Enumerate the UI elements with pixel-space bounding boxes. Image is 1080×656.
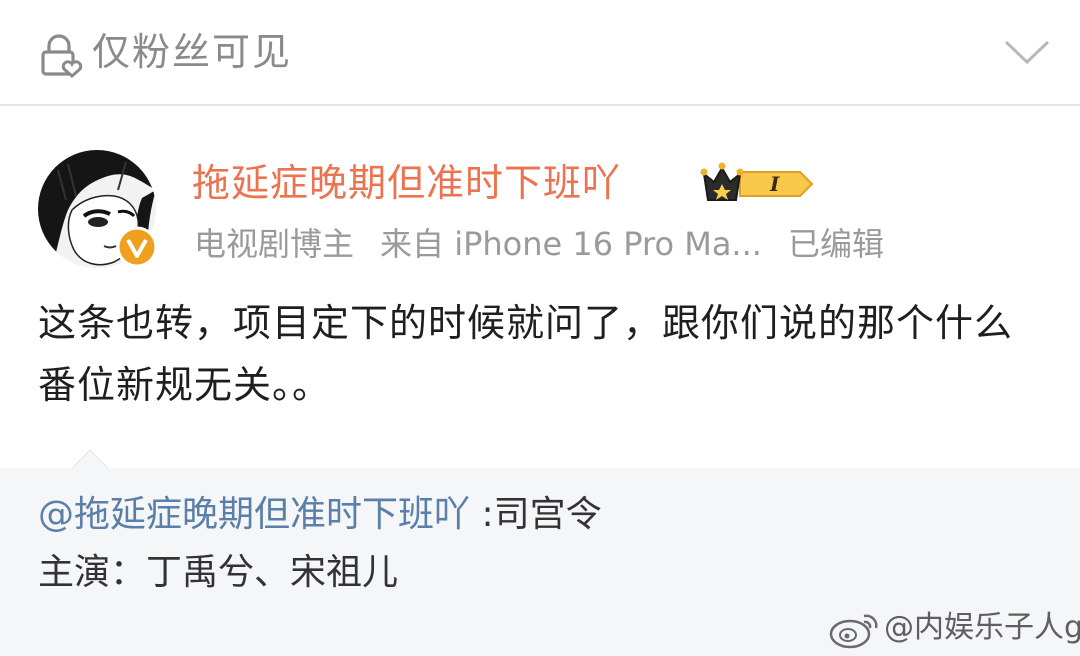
creator-tag: 电视剧博主 <box>194 225 355 263</box>
vip-level: I <box>769 172 780 196</box>
visibility-bar[interactable]: 仅粉丝可见 <box>0 0 1080 104</box>
vip-crown-badge-icon[interactable]: I <box>700 160 818 208</box>
chevron-down-icon[interactable] <box>1002 36 1052 68</box>
weibo-logo-icon <box>829 614 878 649</box>
lock-heart-icon <box>41 34 83 78</box>
edited-label[interactable]: 已编辑 <box>788 220 884 268</box>
repost-title: :司宫令 <box>470 494 602 535</box>
verified-badge-icon <box>116 226 158 268</box>
username-link[interactable]: 拖延症晚期但准时下班吖 <box>192 156 621 210</box>
post-meta: 电视剧博主 来自 iPhone 16 Pro Ma... 已编辑 <box>194 220 910 268</box>
post-source: 来自 iPhone 16 Pro Ma... <box>380 225 762 263</box>
visibility-label: 仅粉丝可见 <box>92 30 293 74</box>
repost-line-2: 主演：丁禹兮、宋祖儿 <box>38 552 399 593</box>
repost-pointer <box>70 449 110 470</box>
watermark: @内娱乐子人g <box>828 604 1080 652</box>
post-text: 这条也转，项目定下的时候就问了，跟你们说的那个什么番位新规无关。。 <box>38 301 1014 407</box>
repost-line-1: @拖延症晚期但准时下班吖 :司宫令 <box>38 488 602 542</box>
weibo-post-screen: 仅粉丝可见 拖延症晚期但准时下班吖 I 电视剧博主 来自 iPhone 16 P… <box>0 0 1080 656</box>
divider <box>0 104 1080 106</box>
repost-mention-link[interactable]: @拖延症晚期但准时下班吖 <box>38 494 470 535</box>
watermark-text: @内娱乐子人g <box>884 610 1080 645</box>
